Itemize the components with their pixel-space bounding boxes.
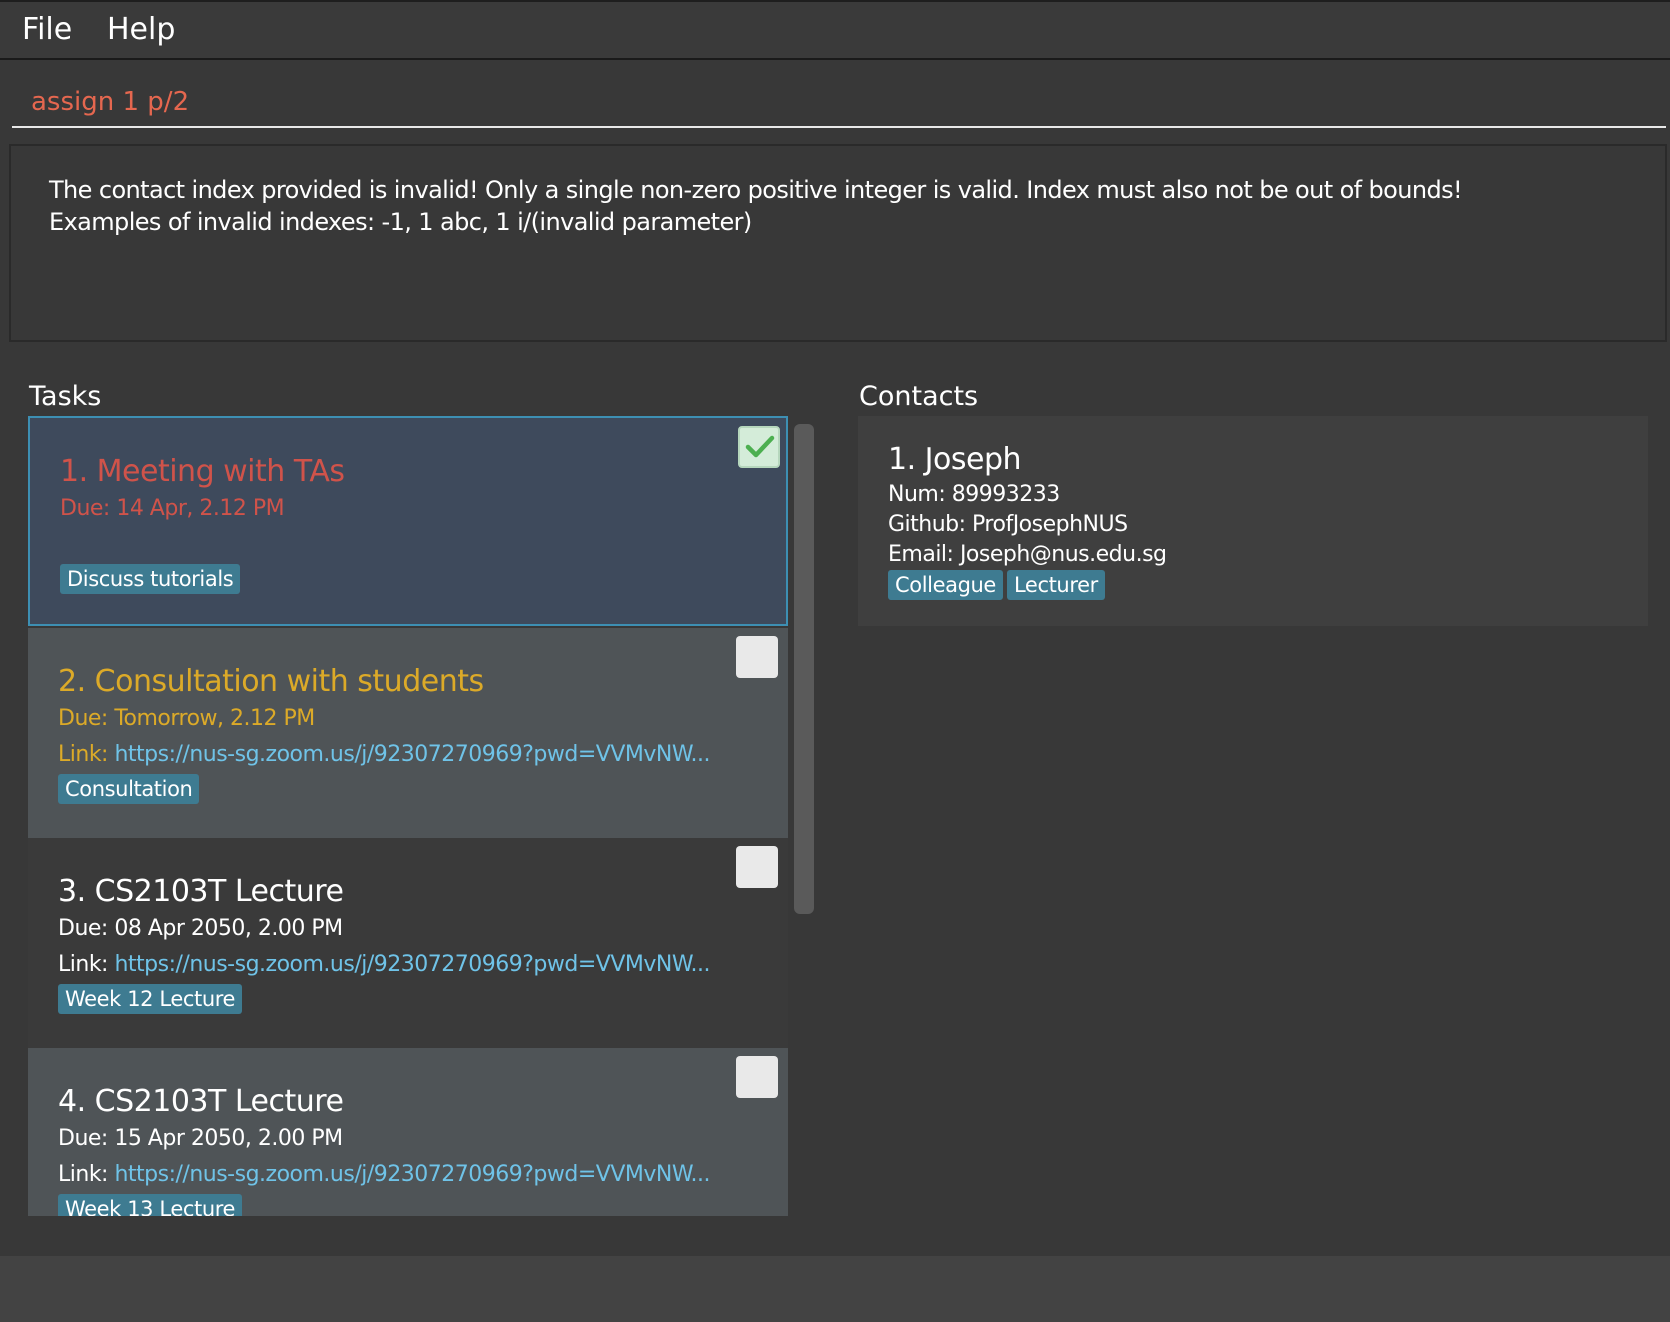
task-link-row: Link: https://nus-sg.zoom.us/j/923072709… <box>58 952 711 977</box>
task-card-3[interactable]: 3. CS2103T Lecture Due: 08 Apr 2050, 2.0… <box>28 838 788 1048</box>
contact-email: Email: Joseph@nus.edu.sg <box>888 542 1167 567</box>
menu-file[interactable]: File <box>22 12 72 47</box>
task-title: 4. CS2103T Lecture <box>58 1084 344 1119</box>
task-due: Due: Tomorrow, 2.12 PM <box>58 706 315 731</box>
task-link-label: Link: <box>58 1162 115 1187</box>
task-done-checkbox[interactable] <box>736 1056 778 1098</box>
task-card-2[interactable]: 2. Consultation with students Due: Tomor… <box>28 628 788 838</box>
contacts-heading: Contacts <box>859 381 979 412</box>
contact-tag: Lecturer <box>1007 570 1105 600</box>
task-tag: Consultation <box>58 774 200 804</box>
task-link-row: Link: https://nus-sg.zoom.us/j/923072709… <box>58 742 711 767</box>
task-title: 3. CS2103T Lecture <box>58 874 344 909</box>
task-link[interactable]: https://nus-sg.zoom.us/j/92307270969?pwd… <box>114 1162 710 1187</box>
command-input[interactable] <box>31 82 1631 122</box>
task-due: Due: 14 Apr, 2.12 PM <box>60 496 285 521</box>
task-link-row: Link: https://nus-sg.zoom.us/j/923072709… <box>58 1162 711 1187</box>
task-due: Due: 08 Apr 2050, 2.00 PM <box>58 916 343 941</box>
tasks-heading: Tasks <box>29 381 102 412</box>
contact-github: Github: ProfJosephNUS <box>888 512 1128 537</box>
task-title: 2. Consultation with students <box>58 664 484 699</box>
contact-name: 1. Joseph <box>888 442 1022 477</box>
menu-bar: File Help <box>0 0 1670 60</box>
contact-num: Num: 89993233 <box>888 482 1060 507</box>
task-list-scrollbar-thumb[interactable] <box>794 424 814 914</box>
status-bar <box>0 1256 1670 1322</box>
task-link[interactable]: https://nus-sg.zoom.us/j/92307270969?pwd… <box>114 952 710 977</box>
command-box <box>12 78 1666 128</box>
task-list[interactable]: 1. Meeting with TAs Due: 14 Apr, 2.12 PM… <box>28 416 788 1216</box>
task-done-checkbox[interactable] <box>736 846 778 888</box>
result-line-2: Examples of invalid indexes: -1, 1 abc, … <box>49 208 752 236</box>
task-due: Due: 15 Apr 2050, 2.00 PM <box>58 1126 343 1151</box>
task-card-4[interactable]: 4. CS2103T Lecture Due: 15 Apr 2050, 2.0… <box>28 1048 788 1216</box>
task-tag: Week 12 Lecture <box>58 984 243 1014</box>
task-link-label: Link: <box>58 952 115 977</box>
result-line-1: The contact index provided is invalid! O… <box>49 176 1463 204</box>
task-link-label: Link: <box>58 742 115 767</box>
task-done-checkbox[interactable] <box>736 636 778 678</box>
task-card-1[interactable]: 1. Meeting with TAs Due: 14 Apr, 2.12 PM… <box>28 416 788 626</box>
task-title: 1. Meeting with TAs <box>60 454 345 489</box>
menu-help[interactable]: Help <box>107 12 175 47</box>
task-done-checkbox[interactable] <box>738 426 780 468</box>
contact-card-1[interactable]: 1. Joseph Num: 89993233 Github: ProfJose… <box>858 416 1648 626</box>
task-tag: Week 13 Lecture <box>58 1194 243 1216</box>
task-tag: Discuss tutorials <box>60 564 241 594</box>
contact-tag: Colleague <box>888 570 1003 600</box>
task-link[interactable]: https://nus-sg.zoom.us/j/92307270969?pwd… <box>114 742 710 767</box>
result-message: The contact index provided is invalid! O… <box>49 174 1629 238</box>
result-display: The contact index provided is invalid! O… <box>9 144 1667 342</box>
